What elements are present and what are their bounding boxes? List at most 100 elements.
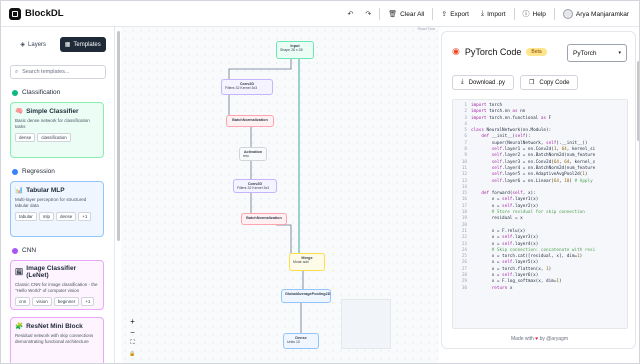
copy-code-button[interactable]: ❐ Copy Code xyxy=(520,75,579,90)
undo-button[interactable]: ↶ xyxy=(341,1,359,27)
template-title: Tabular MLP xyxy=(26,186,65,194)
template-card-lenet[interactable]: 🖼 Image Classifier (LeNet) Classic CNN fo… xyxy=(10,260,104,310)
logo-icon xyxy=(9,7,21,20)
divider xyxy=(553,8,555,20)
code-panel-header: ◉ PyTorch Code Beta xyxy=(452,46,547,57)
template-tag: +1 xyxy=(81,296,95,306)
category-label: Classification xyxy=(22,89,61,96)
tab-templates-label: Templates xyxy=(73,41,101,48)
tab-layers-label: Layers xyxy=(28,41,47,48)
lock-button[interactable]: 🔒 xyxy=(128,350,137,359)
template-tag: dense xyxy=(56,211,77,221)
node-params: Filters 32 Kernel 3x3 xyxy=(237,186,270,190)
clear-all-button[interactable]: 🗑 Clear All xyxy=(382,1,430,27)
app-name: BlockDL xyxy=(25,8,64,19)
copy-label: Copy Code xyxy=(539,79,570,86)
code-lines: import torch import torch.nn as nn import … xyxy=(471,100,595,292)
footer: Made with ♥ by @aryagm xyxy=(442,336,635,342)
line-number: 30 xyxy=(461,285,467,291)
export-button[interactable]: ⇪ Export xyxy=(435,1,475,27)
node-activation[interactable]: Activation relu xyxy=(239,147,267,161)
template-tag: mlp xyxy=(38,211,55,221)
node-title: GlobalAveragePooling2D xyxy=(285,292,331,296)
template-tag: vision xyxy=(32,296,52,306)
template-desc: Classic CNN for image classification - t… xyxy=(15,282,98,293)
undo-icon: ↶ xyxy=(347,11,354,18)
template-desc: Basic dense network for classification t… xyxy=(15,118,90,129)
code-line: return x xyxy=(491,285,513,291)
category-classification: Classification xyxy=(12,89,60,96)
edge xyxy=(276,224,292,253)
redo-icon: ↷ xyxy=(365,11,372,18)
zoom-out-button[interactable]: − xyxy=(128,328,137,337)
redo-button[interactable]: ↷ xyxy=(359,1,377,27)
template-tag: dense xyxy=(15,132,36,142)
search-icon: ⌕ xyxy=(15,68,19,75)
download-button[interactable]: ⤓ Download .py xyxy=(452,75,515,90)
chevron-down-icon: ▾ xyxy=(618,50,621,56)
footer-link[interactable]: by @aryagm xyxy=(540,336,568,342)
node-conv2d[interactable]: Conv2D Filters 32 Kernel 3x3 xyxy=(221,79,273,95)
node-conv2d-2[interactable]: Conv2D Filters 32 Kernel 3x3 xyxy=(233,179,277,193)
template-tag: classification xyxy=(37,132,71,142)
zoom-controls: + − ⛶ 🔒 xyxy=(128,317,137,359)
template-card-simple-classifier[interactable]: 🧠 Simple Classifier Basic dense network f… xyxy=(10,102,104,158)
template-card-resnet-mini[interactable]: 🧩 ResNet Mini Block Residual network with… xyxy=(10,317,104,363)
category-label: CNN xyxy=(22,247,37,254)
code-panel-title: PyTorch Code xyxy=(464,46,522,57)
avatar xyxy=(562,9,573,19)
import-label: Import xyxy=(487,10,506,18)
app-logo: BlockDL xyxy=(9,7,64,20)
divider xyxy=(379,8,381,20)
category-dot xyxy=(12,247,18,254)
sidebar-scrollbar[interactable] xyxy=(117,31,120,241)
table-icon: 📊 xyxy=(15,187,24,194)
template-card-tabular-mlp[interactable]: 📊 Tabular MLP Multi-layer perceptron for … xyxy=(10,181,104,237)
framework-value: PyTorch xyxy=(573,49,597,57)
category-cnn: CNN xyxy=(12,247,36,254)
fit-view-button[interactable]: ⛶ xyxy=(128,339,137,348)
brain-icon: 🧠 xyxy=(15,108,24,115)
category-dot xyxy=(12,89,18,96)
download-icon: ⤓ xyxy=(461,79,464,85)
image-icon: 🖼 xyxy=(15,269,24,276)
template-desc: Residual network with skip connections d… xyxy=(15,333,94,344)
grid-icon: ▦ xyxy=(64,42,71,48)
category-dot xyxy=(12,168,18,175)
node-batchnorm[interactable]: BatchNormalization xyxy=(226,115,274,127)
import-icon: ⤓ xyxy=(480,10,485,17)
edges xyxy=(228,59,304,333)
category-regression: Regression xyxy=(12,168,55,175)
category-label: Regression xyxy=(22,168,55,175)
user-menu[interactable]: Arya Manjaramkar xyxy=(557,1,635,27)
code-line: self.layer6 = nn.Linear(64, 10) # Apply xyxy=(491,178,593,184)
sidebar: ◈ Layers ▦ Templates ⌕ Search templates...… xyxy=(1,27,115,363)
code-panel: ◉ PyTorch Code Beta PyTorch ▾ ⤓ Download… xyxy=(441,31,636,349)
node-merge[interactable]: Merge Mode add xyxy=(289,253,325,271)
zoom-in-button[interactable]: + xyxy=(128,317,137,326)
node-global-avg-pool[interactable]: GlobalAveragePooling2D xyxy=(281,289,331,303)
import-button[interactable]: ⤓ Import xyxy=(475,1,512,27)
search-input[interactable]: ⌕ Search templates... xyxy=(10,65,106,79)
export-icon: ⇪ xyxy=(441,11,448,18)
sidebar-tabs: ◈ Layers ▦ Templates xyxy=(10,37,106,52)
code-editor[interactable]: 1 2 3 4 5 6 7 8 9 10 11 12 13 14 15 16 17 18 19 20 21 22 23 24 2… xyxy=(452,99,628,329)
tab-templates[interactable]: ▦ Templates xyxy=(59,37,106,52)
node-title: BatchNormalization xyxy=(232,118,268,122)
node-batchnorm-2[interactable]: BatchNormalization xyxy=(241,213,287,225)
search-placeholder: Search templates... xyxy=(22,69,70,75)
minimap[interactable] xyxy=(341,299,391,349)
layers-icon: ◈ xyxy=(20,42,26,48)
template-tag: cnn xyxy=(15,296,31,306)
framework-select[interactable]: PyTorch ▾ xyxy=(567,44,627,62)
node-input[interactable]: Input Shape 28 x 28 xyxy=(276,41,314,59)
user-name: Arya Manjaramkar xyxy=(575,10,629,18)
help-button[interactable]: ⓘ Help xyxy=(517,1,552,27)
node-dense[interactable]: Dense Units 10 xyxy=(283,333,319,349)
node-title: BatchNormalization xyxy=(246,216,282,220)
pytorch-icon: ◉ xyxy=(452,46,460,56)
tab-layers[interactable]: ◈ Layers xyxy=(10,37,57,52)
header-actions: ↶ ↷ 🗑 Clear All ⇪ Export ⤓ Import ⓘ Help Ary… xyxy=(341,1,635,27)
template-tag: tabular xyxy=(15,211,37,221)
flow-canvas[interactable]: React Flow Input Shape 28 x 28 Conv2D Fi… xyxy=(121,27,439,363)
